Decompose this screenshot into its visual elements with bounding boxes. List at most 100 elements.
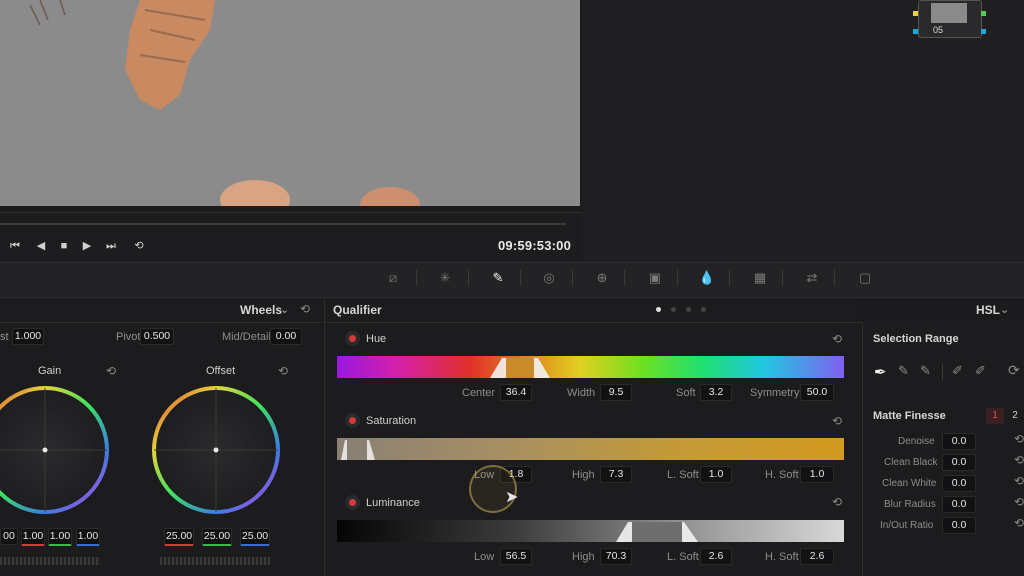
clean-black-field[interactable]: 0.0 [942, 454, 976, 471]
luminance-low-field[interactable]: 56.5 [500, 548, 532, 565]
skip-last-icon[interactable]: ⏭ [103, 238, 119, 254]
hue-width-field[interactable]: 9.5 [600, 384, 632, 401]
node-input-yellow[interactable] [913, 11, 918, 16]
offset-reset-icon[interactable]: ⟲ [278, 364, 288, 378]
blur-radius-label: Blur Radius [884, 499, 936, 510]
magic-mask-icon[interactable]: ▣ [646, 269, 664, 287]
in-out-ratio-reset-icon[interactable]: ⟲ [1014, 516, 1024, 530]
scrubber[interactable] [0, 223, 566, 225]
luminance-reset-icon[interactable]: ⟲ [832, 495, 842, 509]
hue-range-handle[interactable] [488, 356, 552, 378]
saturation-lsoft-label: L. Soft [667, 469, 699, 481]
saturation-enable-toggle[interactable] [349, 417, 356, 424]
page-dot[interactable] [686, 307, 691, 312]
picker-icon[interactable]: ✒ [874, 363, 887, 381]
qualifier-title: Qualifier [333, 303, 382, 317]
clean-black-reset-icon[interactable]: ⟲ [1014, 453, 1024, 467]
qualifier-mode[interactable]: HSL [976, 303, 1000, 317]
offset-label: Offset [206, 365, 236, 377]
loop-icon[interactable]: ⟲ [131, 238, 147, 254]
gain-g-field[interactable]: 1.00 [48, 528, 72, 546]
play-icon[interactable]: ▶ [79, 238, 95, 254]
chevron-down-icon[interactable]: ⌄ [1000, 303, 1009, 316]
invert-icon[interactable]: ⟳ [1008, 362, 1020, 379]
node-input-dot[interactable] [913, 29, 918, 34]
blur-icon[interactable]: 💧 [698, 269, 716, 287]
chevron-down-icon[interactable]: ⌄ [280, 303, 289, 316]
selection-range-title: Selection Range [873, 333, 959, 345]
node-output-green[interactable] [981, 11, 986, 16]
3d-icon[interactable]: ▢ [856, 269, 874, 287]
skip-first-icon[interactable]: ⏮ [7, 238, 23, 254]
picker-minus-icon[interactable]: ✎ [898, 363, 909, 379]
saturation-range-bar[interactable] [337, 438, 844, 460]
saturation-hsoft-field[interactable]: 1.0 [800, 466, 834, 483]
luminance-range-handle[interactable] [614, 520, 700, 542]
in-out-ratio-label: In/Out Ratio [880, 520, 934, 531]
luminance-hsoft-field[interactable]: 2.6 [800, 548, 834, 565]
gain-y-field[interactable]: 00 [0, 528, 18, 545]
gain-reset-icon[interactable]: ⟲ [106, 364, 116, 378]
luminance-enable-toggle[interactable] [349, 499, 356, 506]
saturation-label: Saturation [366, 415, 417, 427]
clean-white-field[interactable]: 0.0 [942, 475, 976, 492]
tracker-icon[interactable]: ⊕ [593, 269, 611, 287]
blur-radius-reset-icon[interactable]: ⟲ [1014, 495, 1024, 509]
hue-range-bar[interactable] [337, 356, 844, 378]
denoise-field[interactable]: 0.0 [942, 433, 976, 450]
window-icon[interactable]: ◎ [540, 269, 558, 287]
hue-symmetry-field[interactable]: 50.0 [800, 384, 834, 401]
saturation-high-field[interactable]: 7.3 [600, 466, 632, 483]
matte-tab-1[interactable]: 1 [986, 408, 1004, 424]
gain-r-field[interactable]: 1.00 [21, 528, 45, 546]
middetail-field[interactable]: 0.00 [270, 328, 302, 345]
middetail-label: Mid/Detail [222, 331, 271, 343]
hue-enable-toggle[interactable] [349, 335, 356, 342]
page-dot-active[interactable] [656, 307, 661, 312]
blur-radius-field[interactable]: 0.0 [942, 496, 976, 513]
contrast-field[interactable]: 1.000 [12, 328, 44, 345]
page-dot[interactable] [701, 307, 706, 312]
gain-label: Gain [38, 365, 62, 377]
denoise-reset-icon[interactable]: ⟲ [1014, 432, 1024, 446]
reset-icon[interactable]: ⟲ [300, 302, 310, 316]
gain-b-field[interactable]: 1.00 [76, 528, 100, 546]
play-reverse-icon[interactable]: ◀ [33, 238, 49, 254]
clean-white-reset-icon[interactable]: ⟲ [1014, 474, 1024, 488]
stop-icon[interactable]: ■ [56, 238, 72, 254]
picker-plus-icon[interactable]: ✎ [920, 363, 931, 379]
luminance-range-bar[interactable] [337, 520, 844, 542]
hue-symmetry-label: Symmetry [750, 387, 800, 399]
feather-minus-icon[interactable]: ✐ [952, 363, 963, 379]
luminance-lsoft-label: L. Soft [667, 551, 699, 563]
offset-b-field[interactable]: 25.00 [240, 528, 270, 546]
pivot-field[interactable]: 0.500 [140, 328, 174, 345]
color-node[interactable]: 05 [913, 0, 986, 38]
saturation-range-handle[interactable] [337, 438, 379, 460]
saturation-lsoft-field[interactable]: 1.0 [700, 466, 732, 483]
gain-master-dial[interactable] [0, 557, 100, 565]
matte-tab-2[interactable]: 2 [1006, 408, 1024, 424]
node-editor[interactable]: 05 [582, 0, 1024, 262]
feather-plus-icon[interactable]: ✐ [975, 363, 986, 379]
offset-g-field[interactable]: 25.00 [202, 528, 232, 546]
offset-wheel[interactable] [152, 386, 280, 514]
offset-master-dial[interactable] [160, 557, 270, 565]
node-output-dot[interactable] [981, 29, 986, 34]
wheels-mode-label[interactable]: Wheels [240, 303, 282, 317]
in-out-ratio-field[interactable]: 0.0 [942, 517, 976, 534]
color-warper-icon[interactable]: ✳ [436, 269, 454, 287]
gain-wheel[interactable] [0, 386, 109, 514]
sizing-icon[interactable]: ⇄ [803, 269, 821, 287]
hue-reset-icon[interactable]: ⟲ [832, 332, 842, 346]
hue-soft-field[interactable]: 3.2 [700, 384, 732, 401]
key-icon[interactable]: ▦ [751, 269, 769, 287]
offset-r-field[interactable]: 25.00 [164, 528, 194, 546]
saturation-reset-icon[interactable]: ⟲ [832, 414, 842, 428]
hue-center-field[interactable]: 36.4 [500, 384, 532, 401]
curves-icon[interactable]: ⧄ [384, 269, 402, 287]
qualifier-icon[interactable]: ✎ [489, 269, 507, 287]
luminance-lsoft-field[interactable]: 2.6 [700, 548, 732, 565]
page-dot[interactable] [671, 307, 676, 312]
luminance-high-field[interactable]: 70.3 [600, 548, 632, 565]
